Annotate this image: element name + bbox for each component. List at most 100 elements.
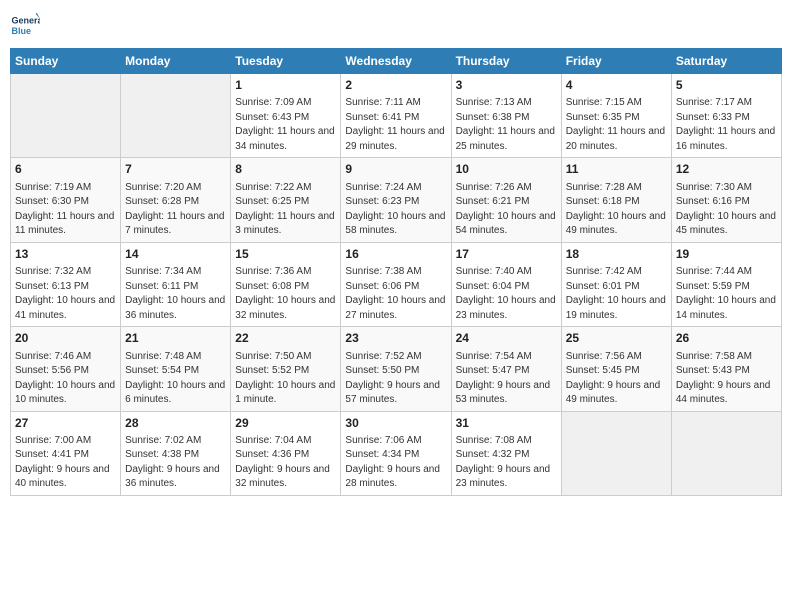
weekday-header: Sunday <box>11 49 121 74</box>
day-info: Sunrise: 7:04 AMSunset: 4:36 PMDaylight:… <box>235 434 336 492</box>
calendar-cell <box>11 74 121 158</box>
day-info: Sunrise: 7:34 AMSunset: 6:11 PMDaylight:… <box>125 265 226 323</box>
day-number: 5 <box>676 77 777 94</box>
day-number: 20 <box>15 330 116 347</box>
day-number: 9 <box>345 161 446 178</box>
calendar-week-row: 27 Sunrise: 7:00 AMSunset: 4:41 PMDayligh… <box>11 411 782 495</box>
day-info: Sunrise: 7:36 AMSunset: 6:08 PMDaylight:… <box>235 265 336 323</box>
calendar-week-row: 6Sunrise: 7:19 AMSunset: 6:30 PMDaylight… <box>11 158 782 242</box>
day-info: Sunrise: 7:02 AMSunset: 4:38 PMDaylight:… <box>125 434 226 492</box>
day-info: Sunrise: 7:15 AMSunset: 6:35 PMDaylight:… <box>566 96 667 154</box>
calendar-cell: 23 Sunrise: 7:52 AMSunset: 5:50 PMDayligh… <box>341 327 451 411</box>
weekday-header-row: SundayMondayTuesdayWednesdayThursdayFrid… <box>11 49 782 74</box>
day-number: 8 <box>235 161 336 178</box>
calendar-cell <box>671 411 781 495</box>
day-info: Sunrise: 7:58 AMSunset: 5:43 PMDaylight:… <box>676 350 777 408</box>
calendar-cell: 6Sunrise: 7:19 AMSunset: 6:30 PMDaylight… <box>11 158 121 242</box>
day-number: 19 <box>676 246 777 263</box>
day-number: 2 <box>345 77 446 94</box>
day-number: 11 <box>566 161 667 178</box>
day-info: Sunrise: 7:56 AMSunset: 5:45 PMDaylight:… <box>566 350 667 408</box>
day-number: 23 <box>345 330 446 347</box>
page-header: GeneralBlue <box>10 10 782 40</box>
day-info: Sunrise: 7:46 AMSunset: 5:56 PMDaylight:… <box>15 350 116 408</box>
day-info: Sunrise: 7:08 AMSunset: 4:32 PMDaylight:… <box>456 434 557 492</box>
day-info: Sunrise: 7:50 AMSunset: 5:52 PMDaylight:… <box>235 350 336 408</box>
calendar-cell: 13 Sunrise: 7:32 AMSunset: 6:13 PMDayligh… <box>11 242 121 326</box>
weekday-header: Saturday <box>671 49 781 74</box>
day-info: Sunrise: 7:38 AMSunset: 6:06 PMDaylight:… <box>345 265 446 323</box>
logo: GeneralBlue <box>10 10 44 40</box>
calendar-cell: 15Sunrise: 7:36 AMSunset: 6:08 PMDayligh… <box>231 242 341 326</box>
weekday-header: Monday <box>121 49 231 74</box>
weekday-header: Friday <box>561 49 671 74</box>
calendar-cell: 11 Sunrise: 7:28 AMSunset: 6:18 PMDayligh… <box>561 158 671 242</box>
calendar-table: SundayMondayTuesdayWednesdayThursdayFrid… <box>10 48 782 496</box>
calendar-cell: 8Sunrise: 7:22 AMSunset: 6:25 PMDaylight… <box>231 158 341 242</box>
day-info: Sunrise: 7:32 AMSunset: 6:13 PMDaylight:… <box>15 265 116 323</box>
calendar-cell: 4Sunrise: 7:15 AMSunset: 6:35 PMDaylight… <box>561 74 671 158</box>
day-number: 1 <box>235 77 336 94</box>
calendar-cell: 5 Sunrise: 7:17 AMSunset: 6:33 PMDaylight… <box>671 74 781 158</box>
day-info: Sunrise: 7:20 AMSunset: 6:28 PMDaylight:… <box>125 181 226 239</box>
day-info: Sunrise: 7:52 AMSunset: 5:50 PMDaylight:… <box>345 350 446 408</box>
day-info: Sunrise: 7:40 AMSunset: 6:04 PMDaylight:… <box>456 265 557 323</box>
calendar-cell: 18Sunrise: 7:42 AMSunset: 6:01 PMDayligh… <box>561 242 671 326</box>
day-info: Sunrise: 7:54 AMSunset: 5:47 PMDaylight:… <box>456 350 557 408</box>
calendar-cell <box>561 411 671 495</box>
calendar-week-row: 13 Sunrise: 7:32 AMSunset: 6:13 PMDayligh… <box>11 242 782 326</box>
day-number: 22 <box>235 330 336 347</box>
day-info: Sunrise: 7:48 AMSunset: 5:54 PMDaylight:… <box>125 350 226 408</box>
svg-text:Blue: Blue <box>12 26 32 36</box>
day-number: 12 <box>676 161 777 178</box>
day-number: 18 <box>566 246 667 263</box>
calendar-week-row: 1 Sunrise: 7:09 AMSunset: 6:43 PMDaylight… <box>11 74 782 158</box>
day-number: 14 <box>125 246 226 263</box>
calendar-cell: 7Sunrise: 7:20 AMSunset: 6:28 PMDaylight… <box>121 158 231 242</box>
calendar-cell: 28 Sunrise: 7:02 AMSunset: 4:38 PMDayligh… <box>121 411 231 495</box>
day-info: Sunrise: 7:24 AMSunset: 6:23 PMDaylight:… <box>345 181 446 239</box>
day-info: Sunrise: 7:00 AMSunset: 4:41 PMDaylight:… <box>15 434 116 492</box>
day-number: 29 <box>235 415 336 432</box>
calendar-cell: 14 Sunrise: 7:34 AMSunset: 6:11 PMDayligh… <box>121 242 231 326</box>
calendar-week-row: 20 Sunrise: 7:46 AMSunset: 5:56 PMDayligh… <box>11 327 782 411</box>
calendar-cell: 2Sunrise: 7:11 AMSunset: 6:41 PMDaylight… <box>341 74 451 158</box>
calendar-cell: 12 Sunrise: 7:30 AMSunset: 6:16 PMDayligh… <box>671 158 781 242</box>
day-number: 24 <box>456 330 557 347</box>
day-number: 10 <box>456 161 557 178</box>
calendar-cell: 17Sunrise: 7:40 AMSunset: 6:04 PMDayligh… <box>451 242 561 326</box>
day-number: 30 <box>345 415 446 432</box>
calendar-cell: 25 Sunrise: 7:56 AMSunset: 5:45 PMDayligh… <box>561 327 671 411</box>
calendar-cell: 22 Sunrise: 7:50 AMSunset: 5:52 PMDayligh… <box>231 327 341 411</box>
calendar-cell: 21Sunrise: 7:48 AMSunset: 5:54 PMDayligh… <box>121 327 231 411</box>
weekday-header: Thursday <box>451 49 561 74</box>
day-number: 13 <box>15 246 116 263</box>
day-info: Sunrise: 7:44 AMSunset: 5:59 PMDaylight:… <box>676 265 777 323</box>
day-number: 28 <box>125 415 226 432</box>
day-number: 25 <box>566 330 667 347</box>
day-info: Sunrise: 7:30 AMSunset: 6:16 PMDaylight:… <box>676 181 777 239</box>
calendar-cell: 26 Sunrise: 7:58 AMSunset: 5:43 PMDayligh… <box>671 327 781 411</box>
svg-text:General: General <box>12 16 41 26</box>
logo-icon: GeneralBlue <box>10 10 40 40</box>
calendar-cell: 24 Sunrise: 7:54 AMSunset: 5:47 PMDayligh… <box>451 327 561 411</box>
day-number: 16 <box>345 246 446 263</box>
calendar-cell <box>121 74 231 158</box>
calendar-cell: 9 Sunrise: 7:24 AMSunset: 6:23 PMDaylight… <box>341 158 451 242</box>
day-info: Sunrise: 7:28 AMSunset: 6:18 PMDaylight:… <box>566 181 667 239</box>
calendar-cell: 19 Sunrise: 7:44 AMSunset: 5:59 PMDayligh… <box>671 242 781 326</box>
day-number: 31 <box>456 415 557 432</box>
calendar-cell: 31 Sunrise: 7:08 AMSunset: 4:32 PMDayligh… <box>451 411 561 495</box>
day-number: 27 <box>15 415 116 432</box>
weekday-header: Tuesday <box>231 49 341 74</box>
day-number: 26 <box>676 330 777 347</box>
day-info: Sunrise: 7:26 AMSunset: 6:21 PMDaylight:… <box>456 181 557 239</box>
day-info: Sunrise: 7:17 AMSunset: 6:33 PMDaylight:… <box>676 96 777 154</box>
day-info: Sunrise: 7:13 AMSunset: 6:38 PMDaylight:… <box>456 96 557 154</box>
calendar-cell: 16 Sunrise: 7:38 AMSunset: 6:06 PMDayligh… <box>341 242 451 326</box>
calendar-cell: 20 Sunrise: 7:46 AMSunset: 5:56 PMDayligh… <box>11 327 121 411</box>
calendar-cell: 10 Sunrise: 7:26 AMSunset: 6:21 PMDayligh… <box>451 158 561 242</box>
day-info: Sunrise: 7:09 AMSunset: 6:43 PMDaylight:… <box>235 96 336 154</box>
calendar-cell: 27 Sunrise: 7:00 AMSunset: 4:41 PMDayligh… <box>11 411 121 495</box>
calendar-cell: 3Sunrise: 7:13 AMSunset: 6:38 PMDaylight… <box>451 74 561 158</box>
